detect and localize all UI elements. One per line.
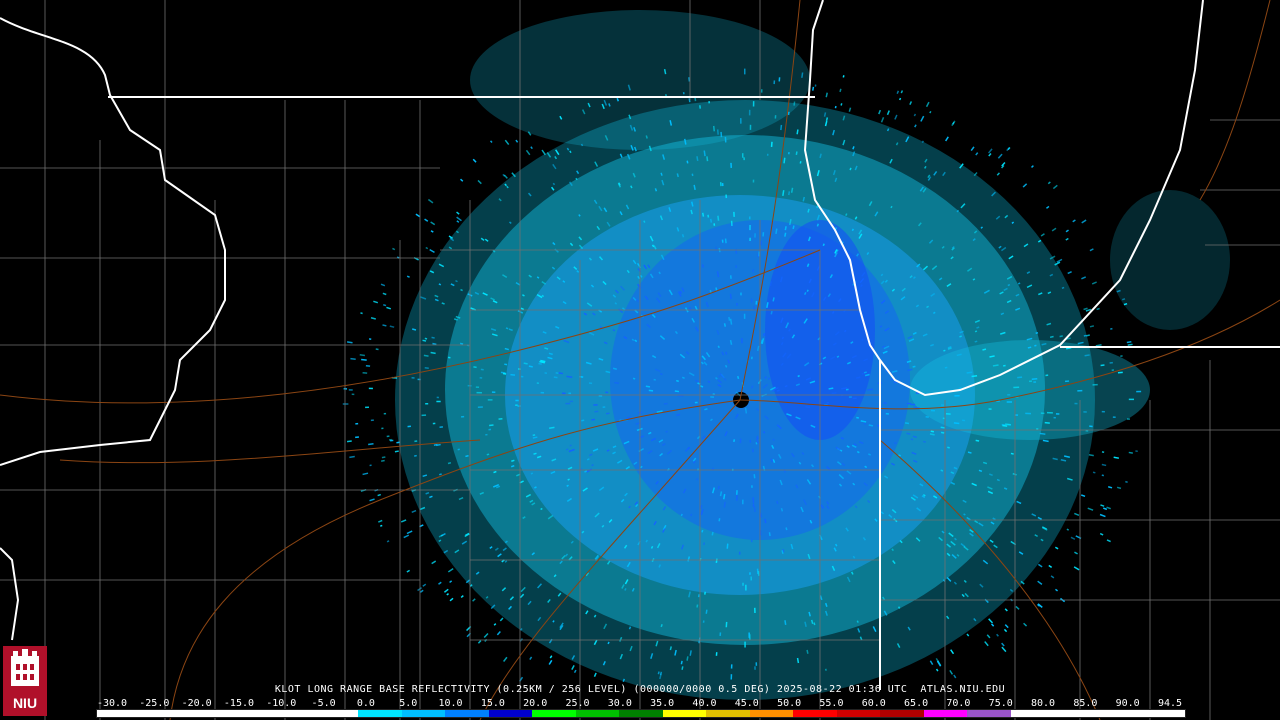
colorbar-segment: [227, 710, 272, 717]
colorbar-segment: [140, 710, 185, 717]
colorbar-segment: [575, 710, 620, 717]
colorbar-segment: [749, 710, 794, 717]
colorbar-segment: [619, 710, 663, 717]
colorbar-segment: [445, 710, 489, 717]
colorbar-segment: [923, 710, 968, 717]
colorbar-segment: [401, 710, 446, 717]
logo-text: NIU: [13, 695, 37, 711]
colorbar-segment: [706, 710, 750, 717]
colorbar-segment: [184, 710, 228, 717]
colorbar-segment: [488, 710, 533, 717]
colorbar-segment: [314, 710, 359, 717]
colorbar-segment: [1141, 710, 1185, 717]
colorbar-segment: [880, 710, 924, 717]
colorbar-segment: [1010, 710, 1055, 717]
colorbar-segment: [1054, 710, 1098, 717]
product-caption: KLOT LONG RANGE BASE REFLECTIVITY (0.25K…: [274, 684, 1006, 695]
colorbar-segment: [358, 710, 402, 717]
reflectivity-colorbar: [96, 709, 1186, 718]
colorbar-segment: [532, 710, 576, 717]
colorbar-segment: [271, 710, 315, 717]
colorbar-segment: [97, 710, 141, 717]
niu-logo: NIU: [3, 646, 47, 716]
colorbar-segment: [836, 710, 881, 717]
colorbar-segment: [662, 710, 707, 717]
colorbar-segment: [793, 710, 837, 717]
colorbar-segment: [1097, 710, 1142, 717]
colorbar-segment: [967, 710, 1011, 717]
radar-map: [0, 0, 1280, 720]
